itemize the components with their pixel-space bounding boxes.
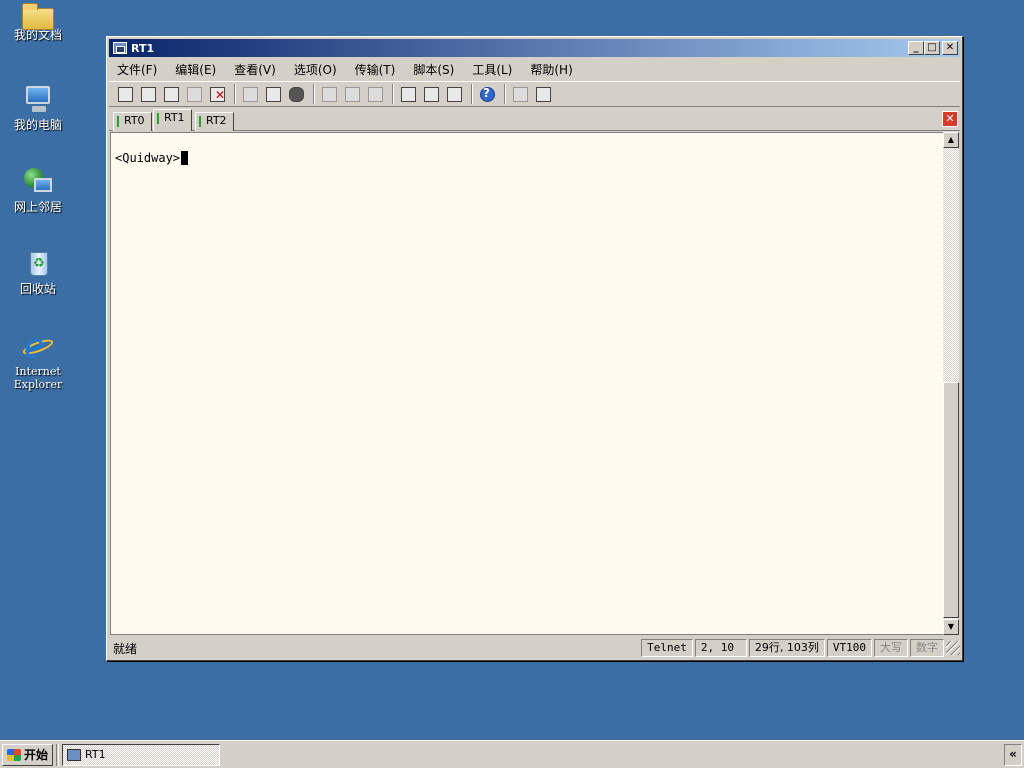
desktop-icon-network-places[interactable]: 网上邻居 [4, 166, 72, 214]
menu-bar: 文件(F) 编辑(E) 查看(V) 选项(O) 传输(T) 脚本(S) 工具(L… [109, 59, 960, 79]
sftp-icon[interactable] [510, 84, 530, 104]
terminal-screen[interactable]: <Quidway> [110, 132, 943, 635]
menu-tools[interactable]: 工具(L) [472, 61, 512, 78]
tab-label: RT0 [124, 114, 145, 127]
toolbar-separator [471, 84, 473, 104]
minimize-button[interactable]: _ [908, 41, 924, 55]
desktop-icon-my-computer[interactable]: 我的电脑 [4, 84, 72, 132]
status-ready: 就绪 [113, 641, 138, 656]
desktop-icon-internet-explorer[interactable]: e Internet Explorer [4, 329, 72, 391]
start-label: 开始 [24, 748, 49, 762]
text-cursor [181, 151, 189, 165]
paste-icon[interactable] [263, 84, 283, 104]
find-icon[interactable] [286, 84, 306, 104]
computer-icon [22, 84, 54, 116]
terminal-window: RT1 _ □ ✕ 文件(F) 编辑(E) 查看(V) 选项(O) 传输(T) … [106, 36, 963, 661]
status-bar: 就绪 Telnet 2, 10 29行, 103列 VT100 大写 数字 [109, 638, 960, 658]
menu-edit[interactable]: 编辑(E) [175, 61, 216, 78]
session-tab-bar: RT0 RT1 RT2 ✕ [109, 109, 960, 131]
taskbar-item-label: RT1 [85, 748, 106, 761]
toolbar-separator [392, 84, 394, 104]
desktop-icon-recycle-bin[interactable]: 回收站 [4, 248, 72, 296]
windows-logo-icon [7, 748, 21, 761]
app-icon [67, 748, 82, 761]
key-map-icon[interactable] [444, 84, 464, 104]
toolbar-separator [504, 84, 506, 104]
taskbar-item-rt1[interactable]: RT1 [62, 743, 221, 766]
taskbar-separator [56, 743, 60, 766]
terminal-prompt: <Quidway> [115, 151, 181, 165]
menu-file[interactable]: 文件(F) [117, 61, 157, 78]
network-icon [22, 166, 54, 198]
connect-in-tab-icon[interactable] [161, 84, 181, 104]
help-icon[interactable] [477, 84, 497, 104]
desktop-icon-label: 我的文档 [13, 28, 62, 42]
copy-icon[interactable] [240, 84, 260, 104]
reconnect-icon[interactable] [184, 84, 204, 104]
tab-rt2[interactable]: RT2 [195, 112, 234, 131]
toolbar [109, 81, 960, 107]
print-icon[interactable] [319, 84, 339, 104]
status-protocol: Telnet [641, 639, 693, 657]
status-caps-lock: 大写 [874, 639, 908, 657]
tab-label: RT1 [164, 111, 185, 124]
status-emulation: VT100 [826, 639, 872, 657]
folder-icon [22, 3, 54, 30]
status-num-lock: 数字 [910, 639, 944, 657]
title-bar[interactable]: RT1 _ □ ✕ [109, 39, 960, 57]
global-options-icon[interactable] [421, 84, 441, 104]
printer-icon[interactable] [365, 84, 385, 104]
print-selection-icon[interactable] [342, 84, 362, 104]
toolbar-separator [234, 84, 236, 104]
tab-rt1[interactable]: RT1 [153, 109, 192, 131]
close-tab-button[interactable]: ✕ [942, 111, 958, 127]
vertical-scrollbar[interactable]: ▲ ▼ [943, 132, 959, 635]
desktop-icon-my-documents[interactable]: 我的文档 [4, 3, 72, 42]
status-cursor-position: 2, 10 [694, 639, 747, 657]
start-button[interactable]: 开始 [2, 743, 54, 766]
close-button[interactable]: ✕ [942, 41, 958, 55]
session-options-icon[interactable] [398, 84, 418, 104]
taskbar: 开始 RT1 « [0, 740, 1024, 768]
scroll-down-button[interactable]: ▼ [943, 619, 959, 635]
tab-label: RT2 [206, 114, 227, 127]
status-terminal-size: 29行, 103列 [748, 639, 825, 657]
menu-script[interactable]: 脚本(S) [413, 61, 454, 78]
tray-expand-button[interactable]: « [1004, 744, 1022, 766]
recycle-bin-icon [22, 248, 54, 280]
scroll-up-button[interactable]: ▲ [943, 132, 959, 148]
internet-explorer-icon: e [21, 329, 55, 363]
toolbar-separator [313, 84, 315, 104]
toolbar-overflow-icon[interactable] [533, 84, 551, 104]
desktop-icon-label: 回收站 [19, 282, 56, 296]
quick-connect-icon[interactable] [138, 84, 158, 104]
menu-help[interactable]: 帮助(H) [530, 61, 572, 78]
menu-options[interactable]: 选项(O) [294, 61, 337, 78]
tab-rt0[interactable]: RT0 [113, 112, 152, 131]
desktop-icon-label: 网上邻居 [13, 200, 62, 214]
menu-transfer[interactable]: 传输(T) [355, 61, 396, 78]
desktop-icon-label: 我的电脑 [13, 118, 62, 132]
resize-grip[interactable] [946, 641, 960, 655]
disconnect-icon[interactable] [207, 84, 227, 104]
menu-view[interactable]: 查看(V) [234, 61, 276, 78]
app-icon [113, 42, 127, 54]
maximize-button[interactable]: □ [924, 41, 940, 55]
window-title: RT1 [131, 41, 155, 55]
scroll-thumb[interactable] [943, 382, 959, 618]
desktop-icon-label: Internet Explorer [13, 365, 63, 391]
connect-icon[interactable] [115, 84, 135, 104]
